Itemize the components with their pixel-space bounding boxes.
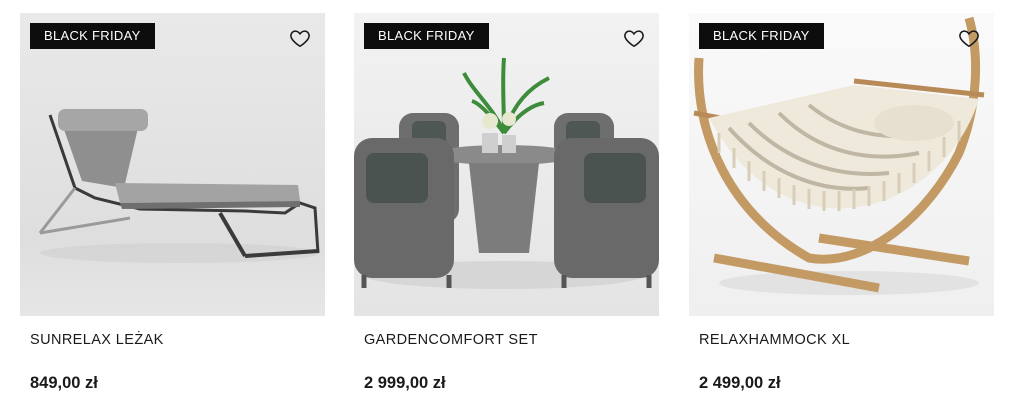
sun-lounger-image: [20, 13, 325, 316]
product-image[interactable]: [354, 13, 659, 316]
wicker-garden-set-image: [354, 13, 659, 316]
product-price: 2 499,00 zł: [699, 374, 781, 392]
heart-outline-icon[interactable]: [289, 27, 311, 49]
product-title[interactable]: SUNRELAX LEŻAK: [30, 332, 164, 348]
product-price: 849,00 zł: [30, 374, 98, 392]
heart-outline-icon[interactable]: [623, 27, 645, 49]
product-image[interactable]: [20, 13, 325, 316]
product-card[interactable]: BLACK FRIDAY GARDENCOMFORT SET 2 999,00 …: [354, 13, 659, 408]
black-friday-badge: BLACK FRIDAY: [699, 23, 824, 49]
black-friday-badge: BLACK FRIDAY: [30, 23, 155, 49]
product-price: 2 999,00 zł: [364, 374, 446, 392]
product-image[interactable]: [689, 13, 994, 316]
product-grid: BLACK FRIDAY SUNRELAX LEŻAK 849,00 zł BL…: [0, 0, 1024, 412]
product-card[interactable]: BLACK FRIDAY RELAXHAMMOCK XL 2 499,00 zł: [689, 13, 994, 408]
black-friday-badge: BLACK FRIDAY: [364, 23, 489, 49]
product-title[interactable]: RELAXHAMMOCK XL: [699, 332, 850, 348]
heart-outline-icon[interactable]: [958, 27, 980, 49]
product-title[interactable]: GARDENCOMFORT SET: [364, 332, 538, 348]
hammock-stand-image: [689, 13, 994, 316]
product-card[interactable]: BLACK FRIDAY SUNRELAX LEŻAK 849,00 zł: [20, 13, 325, 408]
